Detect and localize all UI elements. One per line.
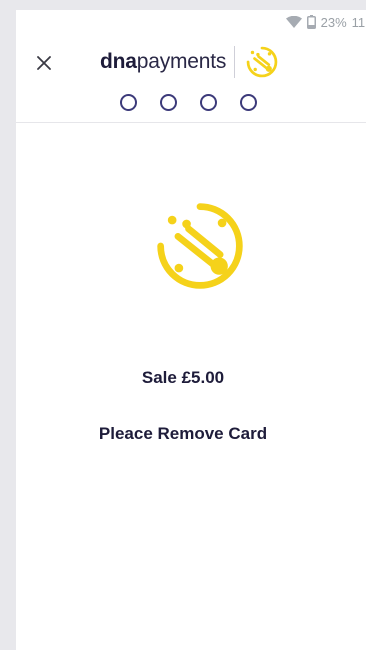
- step-indicator-1: [120, 94, 137, 111]
- brand-wordmark-bold: dna: [100, 50, 137, 73]
- battery-level: 23%: [320, 14, 347, 30]
- step-indicator-3: [200, 94, 217, 111]
- brand-wordmark-light: payments: [136, 50, 227, 73]
- close-icon: [37, 56, 51, 70]
- progress-stepper: [120, 94, 257, 111]
- battery-icon: [306, 15, 316, 29]
- dna-logo-icon: [246, 46, 278, 78]
- brand-divider: [234, 46, 236, 78]
- step-indicator-2: [160, 94, 177, 111]
- dna-logo-icon: [157, 203, 243, 289]
- status-bar: 23% 11:1: [285, 10, 366, 34]
- status-message: Pleace Remove Card: [98, 424, 268, 443]
- sale-amount: Sale £5.00: [141, 368, 225, 387]
- step-indicator-4: [240, 94, 257, 111]
- brand: dnapayments: [100, 46, 279, 78]
- brand-wordmark: dnapayments: [100, 50, 226, 74]
- close-button[interactable]: [31, 50, 57, 76]
- payment-screen: 23% 11:1 dnapayments: [16, 10, 366, 650]
- wifi-icon: [285, 16, 302, 28]
- header: dnapayments: [16, 42, 366, 82]
- header-divider: [16, 122, 366, 123]
- status-time: 11:1: [351, 14, 366, 30]
